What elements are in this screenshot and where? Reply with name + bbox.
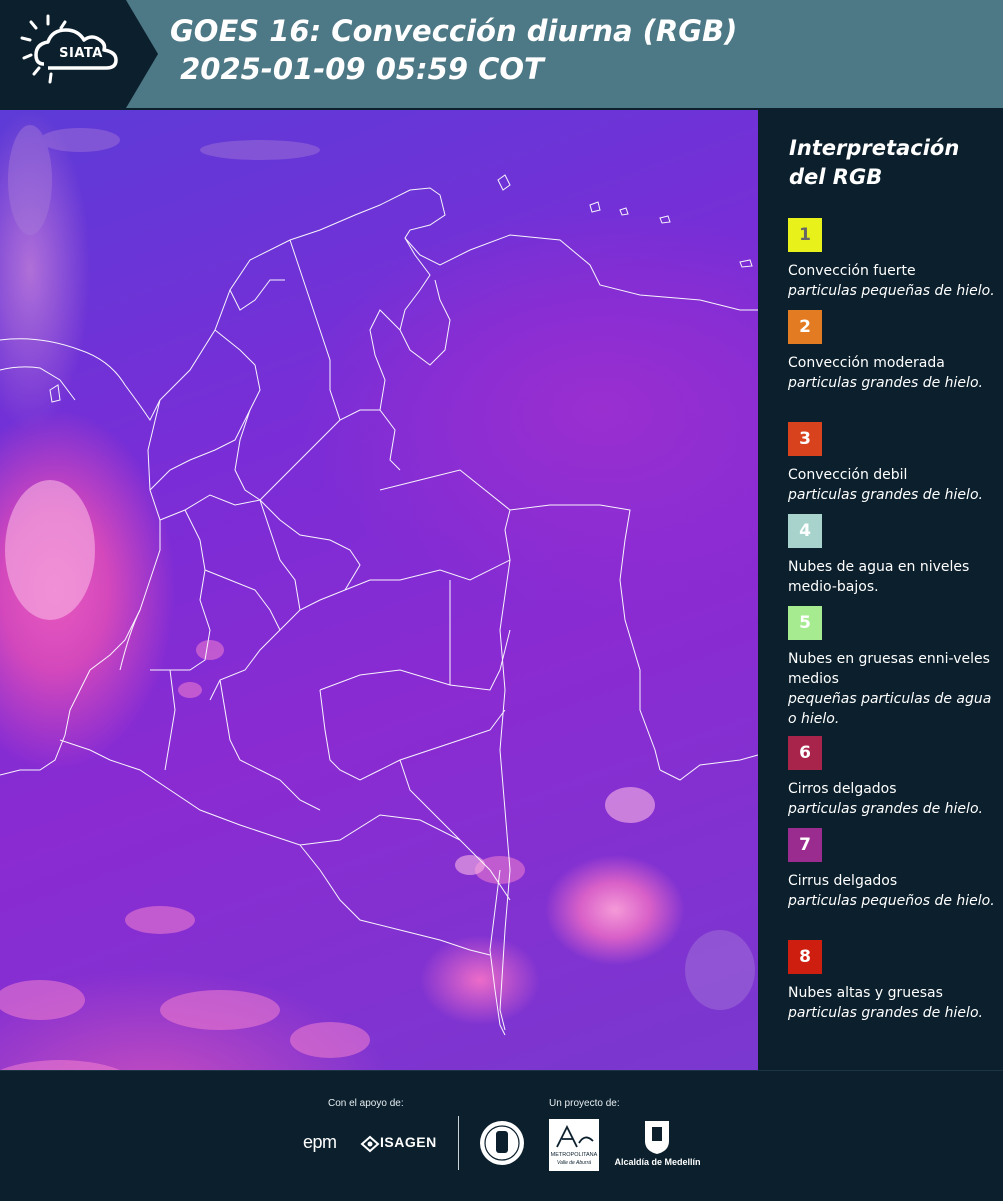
legend-swatch-6: 6 (788, 736, 822, 770)
area-metropolitana-icon (556, 1124, 594, 1148)
page-title: GOES 16: Convección diurna (RGB) 2025-01… (170, 12, 737, 88)
alcaldia-shield-icon (645, 1121, 669, 1154)
legend-panel: Interpretación del RGB 1 Convección fuer… (762, 110, 1003, 1070)
legend-label-4: Nubes de agua en niveles medio-bajos. (788, 559, 970, 595)
seal-logo (478, 1119, 526, 1167)
title-line-1: GOES 16: Convección diurna (RGB) (170, 14, 738, 48)
legend-desc-5: pequeñas particulas de agua o hielo. (788, 691, 992, 727)
legend-title: Interpretación del RGB (789, 136, 960, 189)
legend-item-2: 2 Convección moderada particulas grandes… (788, 310, 998, 393)
area-metropolitana-text: METROPOLITANA (550, 1152, 598, 1158)
legend-label-7: Cirrus delgados (788, 873, 898, 889)
valle-aburra-text: Valle de Aburrá (556, 1160, 592, 1166)
legend-desc-7: particulas pequeños de hielo. (788, 893, 995, 909)
legend-label-5: Nubes en gruesas enni-veles medios (788, 651, 990, 687)
footer: Con el apoyo de: Un proyecto de: epm ISA… (0, 1070, 1003, 1201)
legend-swatch-1: 1 (788, 218, 822, 252)
legend-swatch-2: 2 (788, 310, 822, 344)
siata-logo: SIATA (0, 0, 158, 108)
epm-logo: epm (303, 1132, 337, 1152)
legend-swatch-7: 7 (788, 828, 822, 862)
map-boundaries (0, 125, 758, 1070)
area-metropolitana-logo: METROPOLITANA Valle de Aburrá (549, 1119, 599, 1171)
legend-item-4: 4 Nubes de agua en niveles medio-bajos. (788, 514, 998, 597)
satellite-image (0, 110, 758, 1070)
legend-item-3: 3 Convección debil particulas grandes de… (788, 422, 998, 505)
legend-item-7: 7 Cirrus delgados particulas pequeños de… (788, 828, 998, 911)
legend-swatch-3: 3 (788, 422, 822, 456)
legend-desc-8: particulas grandes de hielo. (788, 1005, 983, 1021)
title-line-2: 2025-01-09 05:59 COT (170, 52, 544, 86)
legend-desc-3: particulas grandes de hielo. (788, 487, 983, 503)
legend-item-1: 1 Convección fuerte particulas pequeñas … (788, 218, 998, 301)
legend-item-5: 5 Nubes en gruesas enni-veles medios peq… (788, 606, 998, 729)
isagen-icon (360, 1135, 380, 1153)
logo-text: SIATA (59, 46, 103, 61)
legend-swatch-8: 8 (788, 940, 822, 974)
legend-swatch-4: 4 (788, 514, 822, 548)
footer-divider (458, 1116, 459, 1170)
project-label: Un proyecto de: (549, 1098, 620, 1109)
isagen-logo: ISAGEN (360, 1133, 442, 1155)
isagen-text: ISAGEN (380, 1134, 437, 1150)
legend-desc-6: particulas grandes de hielo. (788, 801, 983, 817)
legend-label-3: Convección debil (788, 467, 908, 483)
legend-label-8: Nubes altas y gruesas (788, 985, 943, 1001)
header-bar: SIATA GOES 16: Convección diurna (RGB) 2… (0, 0, 1003, 108)
legend-label-1: Convección fuerte (788, 263, 916, 279)
legend-item-6: 6 Cirros delgados particulas grandes de … (788, 736, 998, 819)
alcaldia-text: Alcaldía de Medellín (614, 1157, 701, 1167)
legend-desc-2: particulas grandes de hielo. (788, 375, 983, 391)
alcaldia-logo: Alcaldía de Medellín (610, 1119, 705, 1171)
legend-swatch-5: 5 (788, 606, 822, 640)
legend-item-8: 8 Nubes altas y gruesas particulas grand… (788, 940, 998, 1023)
support-label: Con el apoyo de: (328, 1098, 404, 1109)
legend-label-2: Convección moderada (788, 355, 945, 371)
legend-label-6: Cirros delgados (788, 781, 897, 797)
legend-desc-1: particulas pequeñas de hielo. (788, 283, 995, 299)
seal-icon (480, 1121, 524, 1165)
